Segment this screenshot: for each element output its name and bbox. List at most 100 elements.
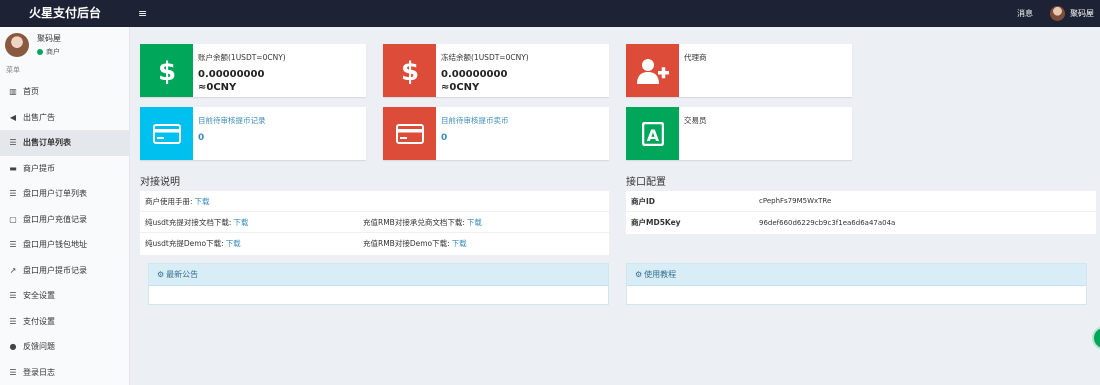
manual-label: 商户使用手册: — [145, 196, 193, 206]
user-menu[interactable]: 聚码屋 — [1050, 5, 1094, 22]
sidebar-item-sell-ads[interactable]: ◀ 出售广告 — [0, 105, 130, 131]
sidebar-item-label: 支付设置 — [23, 316, 55, 326]
sidebar-item-merchant-withdraw[interactable]: ▬ 商户提币 — [0, 156, 130, 182]
frozen-balance-card: $ 冻结余额(1USDT=0CNY) 0.00000000 ≈0CNY — [383, 44, 609, 97]
balance-card: $ 账户余额(1USDT=0CNY) 0.00000000 ≈0CNY — [140, 44, 366, 97]
integration-row: 纯usdt充提Demo下载: 下载 充值RMB对接Demo下载: 下载 — [140, 233, 609, 254]
notice-box-header: ⚙ 最新公告 — [149, 264, 608, 286]
user-status: 商户 — [37, 47, 61, 57]
api-config-row: 商户ID cPephFs79M5WxTRe — [626, 191, 1096, 212]
comment-icon: ● — [9, 342, 17, 352]
sidebar-item-user-wallets[interactable]: ☰ 盘口用户钱包地址 — [0, 232, 130, 258]
sidebar-menu: ▥ 首页 ◀ 出售广告 ☰ 出售订单列表 ▬ 商户提币 ☰ 盘口用户订单列表 ▢ 盘口用户充… — [0, 79, 130, 385]
top-navbar: 火星支付后台 ≡ 消息 聚码屋 — [0, 0, 1100, 27]
sidebar-item-user-recharge[interactable]: ▢ 盘口用户充值记录 — [0, 207, 130, 233]
menu-toggle-icon[interactable]: ≡ — [138, 0, 147, 27]
manual-download-link[interactable]: 下载 — [195, 196, 210, 207]
usdt-demo-download-link[interactable]: 下载 — [226, 239, 241, 248]
usdt-demo-label: 纯usdt充提Demo下载: — [145, 239, 224, 248]
sidebar-item-label: 登录日志 — [23, 367, 55, 377]
api-config-panel: 商户ID cPephFs79M5WxTRe 商户MD5Key 96def660d… — [626, 191, 1096, 234]
frozen-value: 0.00000000 — [441, 69, 508, 80]
external-link-icon: ↗ — [9, 265, 17, 275]
dollar-icon: $ — [383, 44, 436, 97]
user-role: 商户 — [46, 48, 60, 56]
sidebar-item-login-log[interactable]: ☰ 登录日志 — [0, 360, 130, 385]
sidebar-item-label: 出售订单列表 — [23, 138, 71, 148]
trader-label: 交易员 — [684, 116, 707, 125]
merchant-id-key: 商户ID — [631, 196, 656, 206]
md5-key-key: 商户MD5Key — [631, 218, 681, 227]
user-menu-name: 聚码屋 — [1070, 9, 1094, 18]
letter-a-icon: A — [626, 107, 679, 160]
gears-icon: ⚙ — [157, 270, 165, 279]
pending-withdraw-card[interactable]: 目前待审核提币记录 0 — [140, 107, 366, 160]
online-dot-icon — [37, 49, 43, 55]
pending-withdraw-count: 0 — [198, 133, 205, 143]
rmb-demo-download-link[interactable]: 下载 — [452, 239, 467, 248]
sidebar-item-user-orders[interactable]: ☰ 盘口用户订单列表 — [0, 181, 130, 207]
svg-text:A: A — [646, 126, 659, 145]
sidebar-item-payment-settings[interactable]: ☰ 支付设置 — [0, 309, 130, 335]
avatar — [1050, 6, 1065, 21]
sidebar-item-label: 首页 — [23, 87, 39, 97]
brand-logo[interactable]: 火星支付后台 — [0, 0, 130, 27]
agent-card[interactable]: 代理商 — [626, 44, 852, 97]
credit-card-icon: ▬ — [9, 163, 17, 173]
sidebar-item-home[interactable]: ▥ 首页 — [0, 79, 130, 105]
list-icon: ☰ — [9, 291, 17, 301]
sidebar-item-label: 安全设置 — [23, 291, 55, 301]
sidebar-item-security[interactable]: ☰ 安全设置 — [0, 283, 130, 309]
menu-header: 菜单 — [6, 66, 20, 74]
frozen-cny: ≈0CNY — [441, 82, 480, 93]
list-icon: ☰ — [9, 240, 17, 250]
integration-title: 对接说明 — [140, 177, 180, 188]
user-plus-icon — [626, 44, 679, 97]
tutorial-box-header: ⚙ 使用教程 — [627, 264, 1086, 286]
tutorial-box-title: 使用教程 — [644, 270, 677, 279]
svg-text:$: $ — [400, 57, 418, 86]
building-icon: ▢ — [9, 214, 17, 224]
balance-cny: ≈0CNY — [198, 82, 237, 93]
tutorial-box: ⚙ 使用教程 — [626, 263, 1087, 305]
sidebar-item-sell-orders[interactable]: ☰ 出售订单列表 — [0, 130, 130, 156]
usdt-doc-label: 纯usdt充提对接文档下载: — [145, 217, 232, 227]
usdt-doc-download-link[interactable]: 下载 — [233, 218, 248, 227]
sidebar-item-label: 盘口用户钱包地址 — [23, 240, 87, 250]
credit-card-icon — [383, 107, 436, 160]
integration-panel: 商户使用手册: 下载 纯usdt充提对接文档下载: 下载 充值RMB对接承兑商文档… — [140, 191, 609, 255]
credit-card-icon — [140, 107, 193, 160]
sidebar-item-user-withdraw-log[interactable]: ↗ 盘口用户提币记录 — [0, 258, 130, 284]
rmb-doc-label: 充值RMB对接承兑商文档下载: — [363, 217, 465, 227]
rmb-demo-label: 充值RMB对接Demo下载: — [363, 239, 450, 248]
messages-link[interactable]: 消息 — [1017, 0, 1033, 27]
md5-key-value: 96def660d6229cb9c3f1ea6d6a47a04a — [759, 218, 896, 227]
pending-sell-card[interactable]: 目前待审核提币卖币 0 — [383, 107, 609, 160]
sidebar: 聚码屋 商户 菜单 ▥ 首页 ◀ 出售广告 ☰ 出售订单列表 ▬ 商户提币 ☰ 盘口用户订… — [0, 27, 130, 385]
pending-withdraw-link[interactable]: 目前待审核提币记录 — [198, 115, 266, 126]
list-icon: ☰ — [9, 316, 17, 326]
sidebar-item-label: 反馈问题 — [23, 342, 55, 352]
sidebar-item-label: 盘口用户充值记录 — [23, 214, 87, 224]
list-icon: ☰ — [9, 189, 17, 199]
notice-box: ⚙ 最新公告 — [148, 263, 609, 305]
integration-row: 纯usdt充提对接文档下载: 下载 充值RMB对接承兑商文档下载: 下载 — [140, 212, 609, 233]
dollar-icon: $ — [140, 44, 193, 97]
frozen-label: 冻结余额(1USDT=0CNY) — [441, 53, 529, 62]
balance-label: 账户余额(1USDT=0CNY) — [198, 53, 286, 62]
gears-icon: ⚙ — [635, 270, 643, 279]
avatar — [5, 33, 29, 57]
list-icon: ☰ — [9, 138, 17, 148]
sidebar-item-feedback[interactable]: ● 反馈问题 — [0, 334, 130, 360]
notice-box-title: 最新公告 — [166, 270, 199, 279]
pending-sell-link[interactable]: 目前待审核提币卖币 — [441, 115, 509, 126]
merchant-id-value: cPephFs79M5WxTRe — [759, 197, 832, 205]
user-panel: 聚码屋 商户 — [5, 32, 61, 58]
rmb-doc-download-link[interactable]: 下载 — [467, 218, 482, 227]
sidebar-item-label: 盘口用户订单列表 — [23, 189, 87, 199]
pending-sell-count: 0 — [441, 133, 448, 143]
floating-chat-button[interactable] — [1092, 326, 1100, 350]
trader-card[interactable]: A 交易员 — [626, 107, 852, 160]
agent-label: 代理商 — [684, 53, 707, 62]
dashboard-icon: ▥ — [9, 87, 17, 97]
